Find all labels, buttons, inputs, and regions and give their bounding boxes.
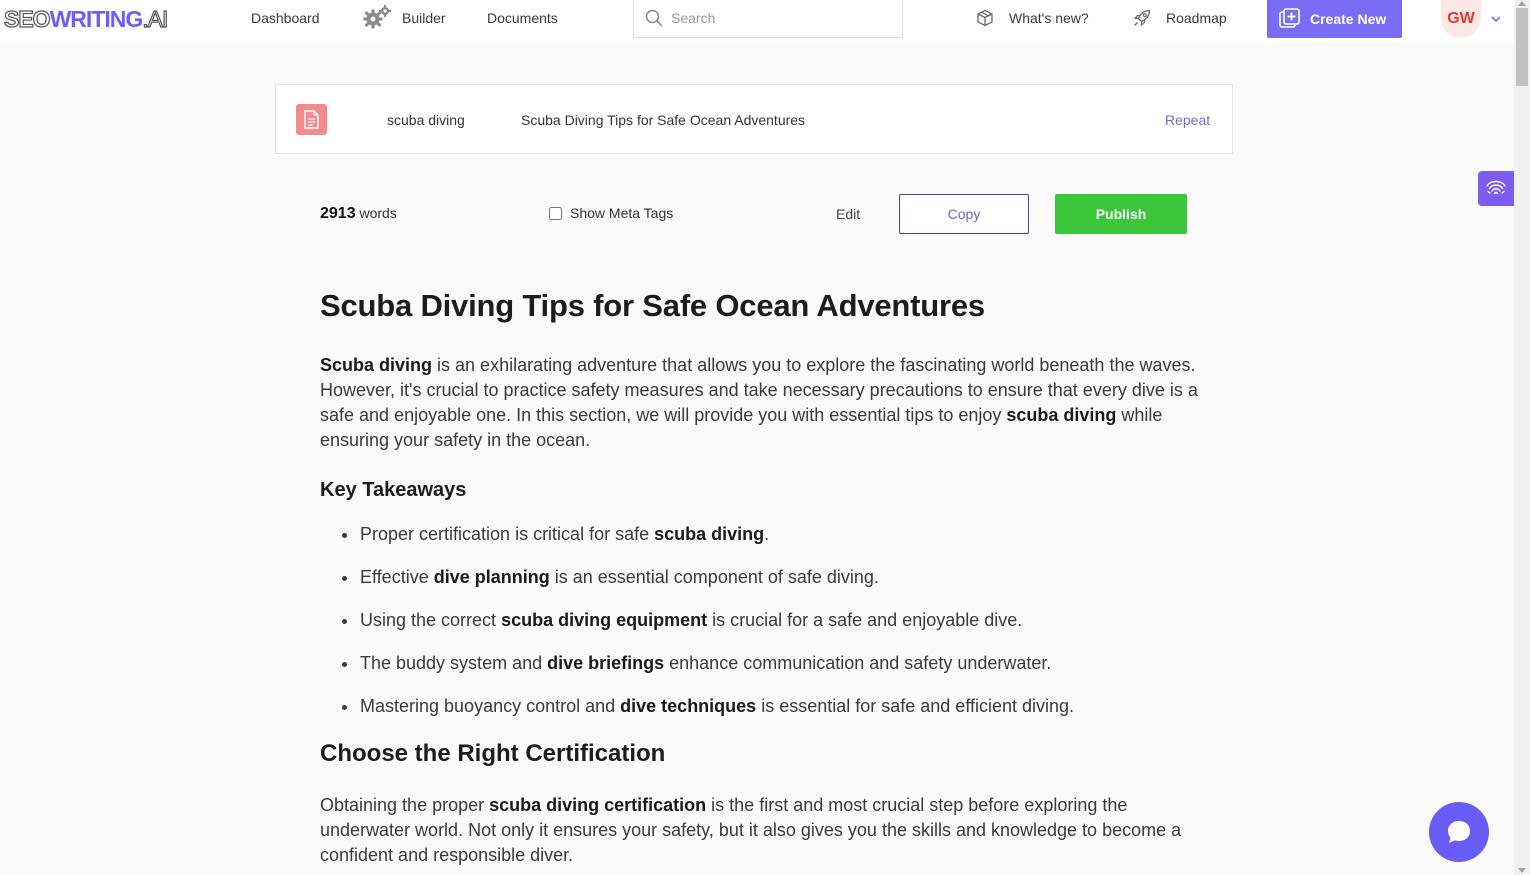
scroll-down-arrow[interactable] [1518,868,1526,873]
article-content: Scuba Diving Tips for Safe Ocean Adventu… [320,286,1200,868]
show-meta-tags-toggle[interactable]: Show Meta Tags [549,205,673,221]
chat-button[interactable] [1429,802,1489,862]
fingerprint-icon [1486,180,1506,195]
article-title: Scuba Diving Tips for Safe Ocean Adventu… [320,288,985,323]
scrollbar[interactable] [1514,0,1530,875]
nav-builder[interactable]: Builder [402,10,446,26]
document-card: scuba diving Scuba Diving Tips for Safe … [275,84,1233,154]
search-icon [645,9,663,27]
document-keyword: scuba diving [387,112,465,128]
rocket-icon[interactable] [1133,9,1151,27]
search-input[interactable] [671,8,891,28]
scroll-up-arrow[interactable] [1518,1,1526,6]
nav-dashboard[interactable]: Dashboard [251,10,320,26]
show-meta-tags-checkbox[interactable] [549,206,562,220]
keyword-highlight: dive briefings [547,653,665,673]
chevron-down-icon[interactable] [1490,13,1502,25]
list-item: Mastering buoyancy control and dive tech… [342,694,1200,719]
key-takeaways-heading: Key Takeaways [320,479,467,501]
edit-button[interactable]: Edit [836,206,860,222]
keyword-highlight: dive techniques [620,696,757,716]
keyword-highlight: Scuba diving [320,355,433,375]
keyword-highlight: scuba diving certification [489,795,707,815]
list-item: Effective dive planning is an essential … [342,565,1200,590]
document-title: Scuba Diving Tips for Safe Ocean Adventu… [521,112,806,128]
keyword-highlight: scuba diving [654,524,765,544]
keyword-highlight: scuba diving [1006,405,1117,425]
word-count: 2913 words [320,205,397,223]
list-item: Proper certification is critical for saf… [342,522,1200,547]
word-count-unit: words [359,205,397,221]
top-navbar: SEOWRITING.AI Dashboard Builder Document… [0,0,1514,43]
avatar[interactable]: GW [1441,0,1481,38]
chat-icon [1448,821,1470,843]
list-item: The buddy system and dive briefings enha… [342,651,1200,676]
logo[interactable]: SEOWRITING.AI [3,5,169,32]
logo-writing: WRITING [49,6,144,32]
logo-seo: SEO [3,5,51,32]
search-box[interactable] [633,0,903,38]
show-meta-tags-label: Show Meta Tags [570,205,674,221]
nav-roadmap[interactable]: Roadmap [1166,10,1227,26]
copy-button[interactable]: Copy [899,194,1029,234]
publish-button[interactable]: Publish [1055,194,1187,234]
create-new-label: Create New [1310,11,1387,27]
word-count-value: 2913 [320,205,356,222]
section-paragraph: Obtaining the proper scuba diving certif… [320,795,1182,865]
section-heading: Choose the Right Certification [320,740,666,767]
side-panel-tab[interactable] [1478,171,1514,206]
logo-ai: .AI [142,5,169,32]
keyword-highlight: dive planning [433,567,550,587]
keyword-highlight: scuba diving equipment [501,610,708,630]
nav-documents[interactable]: Documents [487,10,558,26]
list-item: Using the correct scuba diving equipment… [342,608,1200,633]
gear-icon[interactable] [362,4,392,30]
plus-square-icon [1279,8,1300,28]
scrollbar-thumb[interactable] [1516,8,1528,86]
repeat-link[interactable]: Repeat [1165,112,1210,128]
box-icon[interactable] [976,9,994,27]
document-icon [296,104,327,135]
key-takeaways-list: Proper certification is critical for saf… [342,522,1200,719]
intro-paragraph: Scuba diving is an exhilarating adventur… [320,355,1198,450]
create-new-button[interactable]: Create New [1267,0,1402,38]
nav-whats-new[interactable]: What's new? [1009,10,1089,26]
